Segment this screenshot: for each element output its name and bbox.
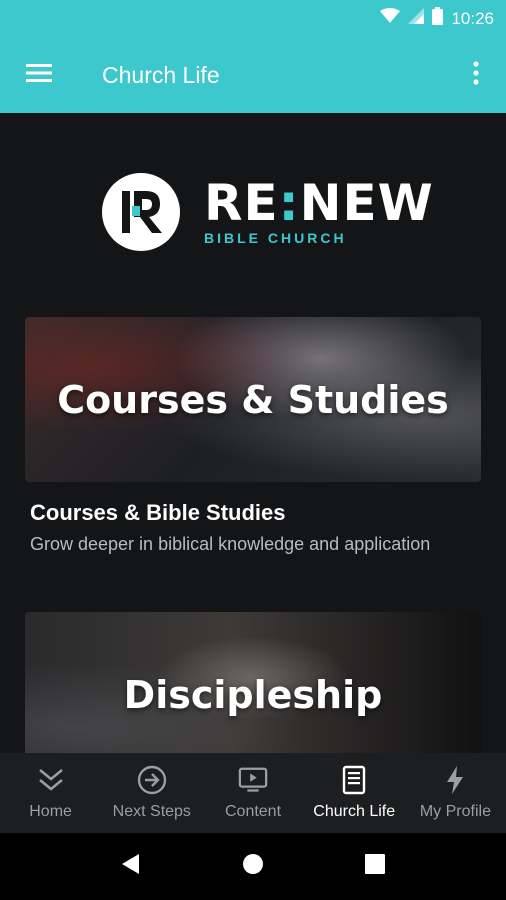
logo-wordmark: RE:NEW BIBLE CHURCH bbox=[204, 178, 434, 246]
card-image-title: Discipleship bbox=[123, 672, 383, 717]
page-title: Church Life bbox=[102, 61, 220, 88]
card-image[interactable]: Courses & Studies bbox=[25, 317, 481, 482]
nav-label: Content bbox=[224, 803, 282, 820]
home-circle-icon bbox=[242, 853, 264, 880]
back-button[interactable] bbox=[111, 847, 151, 887]
logo-main-text: RE:NEW bbox=[204, 174, 434, 232]
menu-button[interactable] bbox=[0, 37, 78, 113]
book-icon bbox=[339, 765, 369, 795]
signal-icon bbox=[408, 8, 425, 29]
play-screen-icon bbox=[238, 765, 268, 795]
nav-label: Home bbox=[29, 803, 72, 820]
card-image-title: Courses & Studies bbox=[57, 377, 449, 422]
content-scroll-area[interactable]: RE:NEW BIBLE CHURCH Courses & Studies Co… bbox=[0, 113, 506, 753]
bottom-navigation: Home Next Steps Content Church Life My P… bbox=[0, 753, 506, 833]
nav-label: Church Life bbox=[313, 803, 396, 820]
bolt-icon bbox=[440, 765, 470, 795]
wifi-icon bbox=[380, 8, 401, 29]
recents-button[interactable] bbox=[355, 847, 395, 887]
card-description: Grow deeper in biblical knowledge and ap… bbox=[30, 534, 431, 554]
logo-sub-text: BIBLE CHURCH bbox=[204, 230, 347, 246]
hamburger-icon bbox=[26, 63, 52, 87]
nav-item-next-steps[interactable]: Next Steps bbox=[101, 753, 202, 833]
home-button[interactable] bbox=[233, 847, 273, 887]
more-vert-icon bbox=[473, 60, 479, 90]
nav-item-church-life[interactable]: Church Life bbox=[304, 753, 405, 833]
system-navigation-bar bbox=[0, 833, 506, 900]
chevrons-down-icon bbox=[36, 765, 66, 795]
app-bar: Church Life bbox=[0, 37, 506, 113]
logo-badge-icon bbox=[102, 173, 180, 251]
nav-label: Next Steps bbox=[112, 803, 191, 820]
nav-item-my-profile[interactable]: My Profile bbox=[405, 753, 506, 833]
nav-label: My Profile bbox=[419, 803, 491, 820]
circle-arrow-right-icon bbox=[137, 765, 167, 795]
nav-item-content[interactable]: Content bbox=[202, 753, 303, 833]
status-time: 10:26 bbox=[451, 8, 494, 28]
card-heading: Courses & Bible Studies bbox=[30, 500, 286, 525]
course-card[interactable]: Courses & Studies Courses & Bible Studie… bbox=[25, 317, 481, 555]
church-logo: RE:NEW BIBLE CHURCH bbox=[102, 172, 433, 252]
recents-square-icon bbox=[365, 854, 385, 879]
nav-item-home[interactable]: Home bbox=[0, 753, 101, 833]
app-screen: 10:26 Church Life RE:NEW BIBLE CHURCH Co… bbox=[0, 0, 506, 900]
overflow-menu-button[interactable] bbox=[446, 37, 506, 113]
card-image[interactable]: Discipleship bbox=[25, 612, 481, 753]
status-bar: 10:26 bbox=[0, 0, 506, 37]
back-triangle-icon bbox=[121, 853, 141, 880]
discipleship-card[interactable]: Discipleship bbox=[25, 612, 481, 753]
battery-icon bbox=[432, 7, 444, 30]
